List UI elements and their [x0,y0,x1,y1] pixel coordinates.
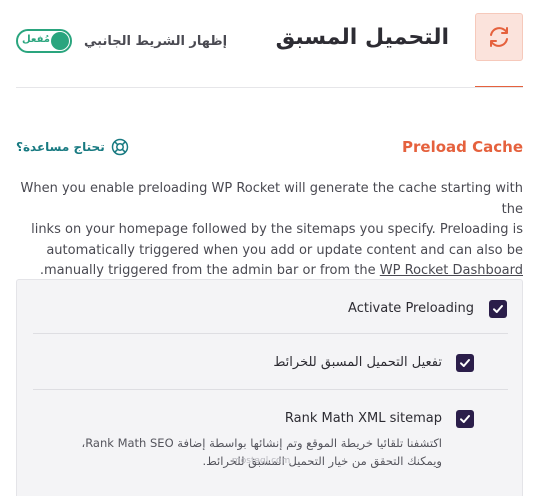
preload-section-icon-box [475,13,523,61]
checkmark-icon [460,359,470,367]
description-line: When you enable preloading WP Rocket wil… [20,181,524,217]
help-link[interactable]: تحتاج مساعدة؟ [16,138,129,156]
toggle-state-text: مُفعل [22,34,50,45]
activate-preloading-label: Activate Preloading [348,301,474,316]
sidebar-toggle-group: إظهار الشريط الجانبي مُفعل [16,29,227,53]
checkmark-icon [493,305,503,313]
row-divider [33,333,508,334]
lifebuoy-icon [111,138,128,156]
row-divider [33,389,508,390]
preload-sitemaps-checkbox[interactable] [456,354,474,372]
header-divider [16,87,523,88]
preload-sitemaps-label: تفعيل التحميل المسبق للخرائط [273,355,442,370]
description-text: .manually triggered from the admin bar o… [39,263,376,278]
activate-preloading-checkbox[interactable] [489,300,507,318]
toggle-knob [51,32,69,50]
section-title: Preload Cache [402,138,523,156]
section-description: When you enable preloading WP Rocket wil… [16,179,524,282]
watermark: mostaql.com [232,456,291,466]
sitemap-description-line: اكتشفنا تلقائيا خريطة الموقع وتم إنشائها… [81,436,442,450]
rank-math-sitemap-label: Rank Math XML sitemap [284,411,442,426]
description-line: automatically triggered when you add or … [46,242,523,258]
help-label: تحتاج مساعدة؟ [16,140,105,154]
rank-math-sitemap-checkbox[interactable] [456,410,474,428]
description-line: links on your homepage followed by the s… [31,222,523,237]
refresh-icon [490,27,508,47]
page-title: التحميل المسبق [275,25,449,50]
checkmark-icon [460,415,470,423]
page-header: التحميل المسبق إظهار الشريط الجانبي مُفع… [0,0,537,90]
sidebar-toggle-switch[interactable]: مُفعل [16,29,72,53]
wp-rocket-dashboard-link[interactable]: WP Rocket Dashboard [380,263,523,278]
sidebar-toggle-label: إظهار الشريط الجانبي [84,33,228,49]
